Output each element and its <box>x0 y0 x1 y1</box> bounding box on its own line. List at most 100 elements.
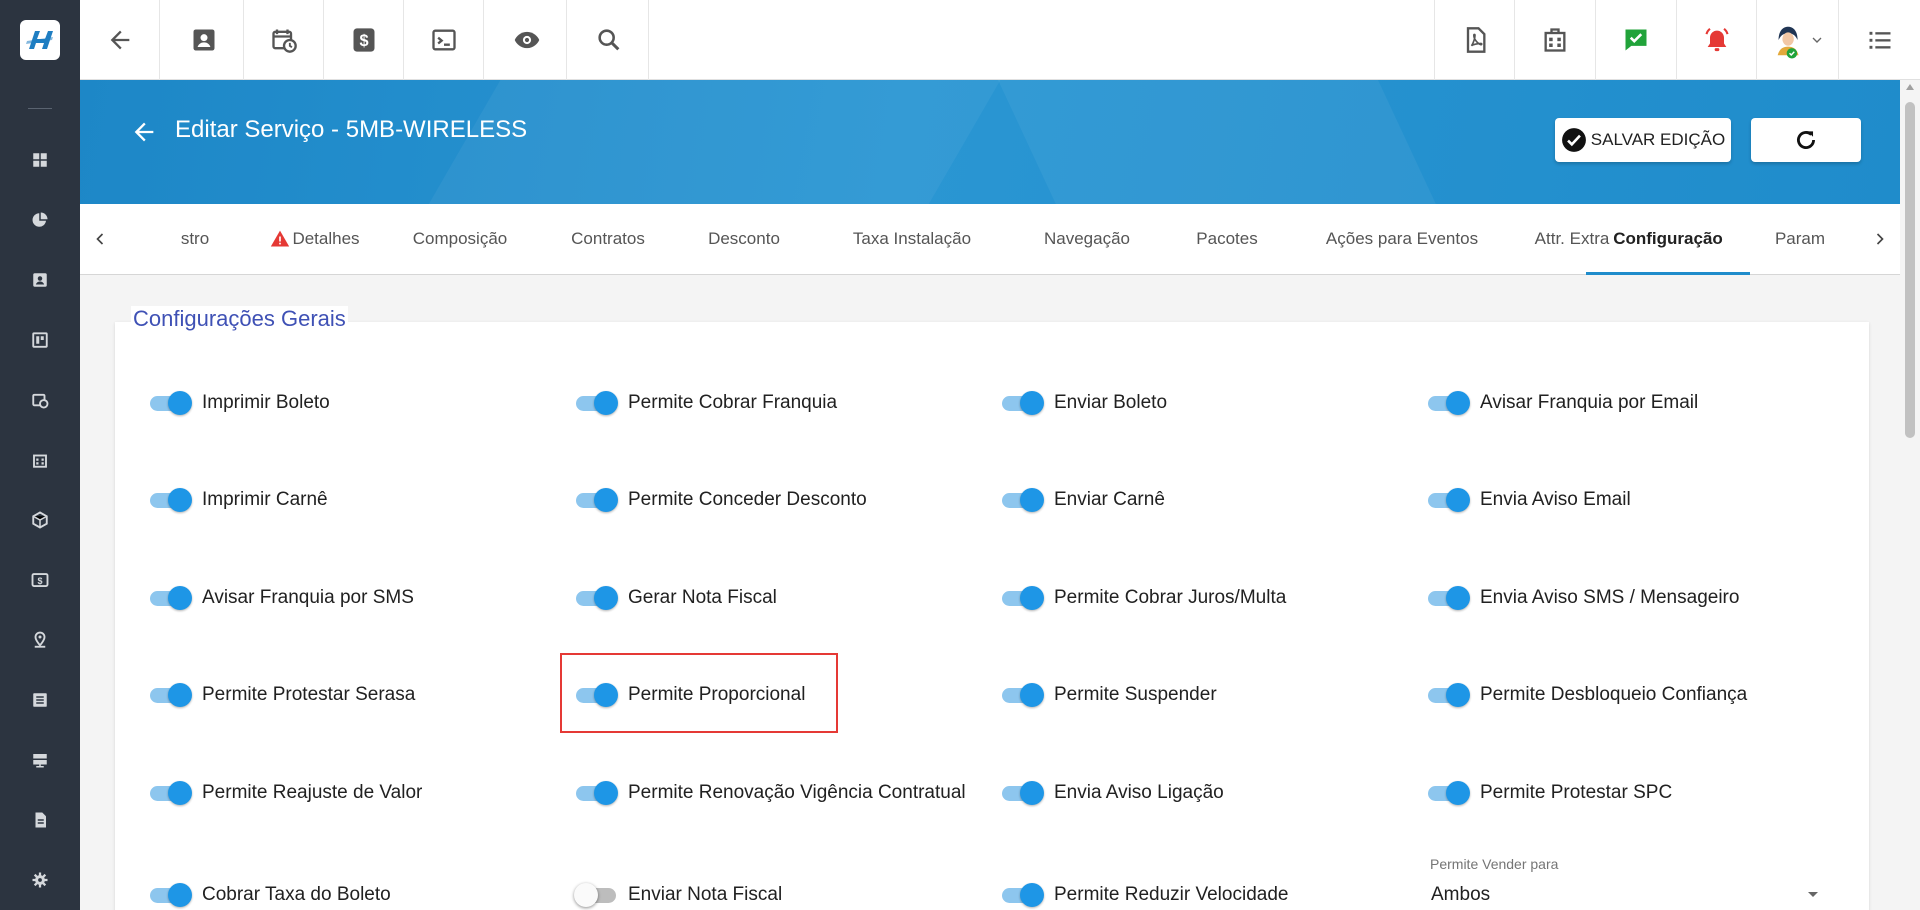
toggle-switch[interactable] <box>148 880 192 910</box>
switch-avisar-franquia-email[interactable]: Avisar Franquia por Email <box>1426 388 1698 418</box>
switch-envia-aviso-sms[interactable]: Envia Aviso SMS / Mensageiro <box>1426 583 1739 613</box>
sidebar-item-schedule[interactable] <box>0 380 80 420</box>
switch-gerar-nota-fiscal[interactable]: Gerar Nota Fiscal <box>574 583 777 613</box>
toggle-switch[interactable] <box>574 880 618 910</box>
tab-registro[interactable]: stro <box>140 204 250 274</box>
toggle-switch[interactable] <box>1426 583 1470 613</box>
sidebar-item-servers[interactable] <box>0 740 80 780</box>
vertical-scrollbar[interactable] <box>1900 80 1920 910</box>
switch-permite-cobrar-franquia[interactable]: Permite Cobrar Franquia <box>574 388 837 418</box>
tab-parametros[interactable]: Param <box>1750 204 1850 274</box>
tab-taxa-instalacao[interactable]: Taxa Instalação <box>812 204 1012 274</box>
switch-enviar-nota-fiscal[interactable]: Enviar Nota Fiscal <box>574 880 782 910</box>
tab-bar: stro Detalhes Composição Contratos Desco… <box>80 204 1900 275</box>
toggle-switch[interactable] <box>574 388 618 418</box>
user-menu[interactable] <box>1756 0 1838 80</box>
toggle-switch[interactable] <box>1000 485 1044 515</box>
back-button[interactable] <box>80 0 160 80</box>
switch-permite-conceder-desconto[interactable]: Permite Conceder Desconto <box>574 485 867 515</box>
tab-pacotes[interactable]: Pacotes <box>1162 204 1292 274</box>
alarms-button[interactable] <box>1676 0 1756 80</box>
switch-permite-cobrar-juros[interactable]: Permite Cobrar Juros/Multa <box>1000 583 1286 613</box>
search-button[interactable] <box>569 0 649 80</box>
tab-desconto[interactable]: Desconto <box>676 204 812 274</box>
toggle-switch[interactable] <box>1426 388 1470 418</box>
warning-icon <box>271 230 290 247</box>
terminal-button[interactable] <box>404 0 484 80</box>
search-icon <box>597 29 619 51</box>
toggle-switch[interactable] <box>574 485 618 515</box>
building-icon <box>33 454 47 468</box>
switch-permite-reajuste-valor[interactable]: Permite Reajuste de Valor <box>148 778 422 808</box>
scroll-up-arrow[interactable] <box>1906 84 1914 90</box>
schedule-button[interactable] <box>244 0 324 80</box>
tabs-scroll-left[interactable] <box>80 204 120 274</box>
view-button[interactable] <box>487 0 567 80</box>
vender-para-select[interactable]: Ambos <box>1431 884 1490 906</box>
calendar-icon <box>32 393 49 409</box>
tabs-scroll-right[interactable] <box>1860 204 1900 274</box>
dropdown-caret-icon[interactable] <box>1808 892 1818 897</box>
toggle-switch[interactable] <box>1426 778 1470 808</box>
switch-permite-protestar-serasa[interactable]: Permite Protestar Serasa <box>148 680 415 710</box>
switch-avisar-franquia-sms[interactable]: Avisar Franquia por SMS <box>148 583 414 613</box>
company-button[interactable] <box>1514 0 1594 80</box>
pdf-button[interactable] <box>1434 0 1514 80</box>
switch-imprimir-carne[interactable]: Imprimir Carnê <box>148 485 328 515</box>
scrollbar-thumb[interactable] <box>1905 102 1915 438</box>
switch-envia-aviso-ligacao[interactable]: Envia Aviso Ligação <box>1000 778 1224 808</box>
switch-enviar-boleto[interactable]: Enviar Boleto <box>1000 388 1167 418</box>
switch-permite-reduzir-velocidade[interactable]: Permite Reduzir Velocidade <box>1000 880 1288 910</box>
toggle-switch[interactable] <box>574 778 618 808</box>
refresh-button[interactable] <box>1751 118 1861 162</box>
toggle-switch[interactable] <box>148 583 192 613</box>
main-menu-button[interactable] <box>1838 0 1920 80</box>
tab-label: Desconto <box>708 229 780 248</box>
switch-permite-desbloqueio-confianca[interactable]: Permite Desbloqueio Confiança <box>1426 680 1747 710</box>
switch-permite-renovacao-vigencia[interactable]: Permite Renovação Vigência Contratual <box>574 778 966 808</box>
tab-composicao[interactable]: Composição <box>380 204 540 274</box>
toggle-switch[interactable] <box>1000 778 1044 808</box>
tab-navegacao[interactable]: Navegação <box>1012 204 1162 274</box>
switch-permite-protestar-spc[interactable]: Permite Protestar SPC <box>1426 778 1672 808</box>
tab-label: Composição <box>412 229 508 248</box>
sidebar-item-map[interactable] <box>0 620 80 660</box>
finance-button[interactable]: $ <box>324 0 404 80</box>
toggle-switch[interactable] <box>148 680 192 710</box>
toggle-switch[interactable] <box>148 388 192 418</box>
sidebar-item-products[interactable] <box>0 500 80 540</box>
switch-imprimir-boleto[interactable]: Imprimir Boleto <box>148 388 330 418</box>
toggle-switch[interactable] <box>148 778 192 808</box>
messages-button[interactable] <box>1595 0 1675 80</box>
toggle-switch[interactable] <box>148 485 192 515</box>
sidebar-item-finance[interactable]: $ <box>0 560 80 600</box>
switch-envia-aviso-email[interactable]: Envia Aviso Email <box>1426 485 1631 515</box>
toggle-switch[interactable] <box>1000 680 1044 710</box>
sidebar-item-lists[interactable] <box>0 680 80 720</box>
sidebar-item-contacts[interactable] <box>0 260 80 300</box>
sidebar-item-reports[interactable] <box>0 200 80 240</box>
sidebar-item-board[interactable] <box>0 320 80 360</box>
contacts-button[interactable] <box>164 0 244 80</box>
sidebar-item-dashboard[interactable] <box>0 140 80 180</box>
toggle-switch[interactable] <box>1000 388 1044 418</box>
sidebar-item-settings[interactable] <box>0 860 80 900</box>
save-edit-button[interactable]: SALVAR EDIÇÃO <box>1555 118 1731 162</box>
toggle-switch[interactable] <box>1000 583 1044 613</box>
toggle-switch[interactable] <box>574 583 618 613</box>
switch-cobrar-taxa-boleto[interactable]: Cobrar Taxa do Boleto <box>148 880 391 910</box>
toggle-switch[interactable] <box>1426 485 1470 515</box>
toggle-switch[interactable] <box>1000 880 1044 910</box>
back-arrow-icon[interactable] <box>130 118 158 146</box>
switch-permite-suspender[interactable]: Permite Suspender <box>1000 680 1217 710</box>
tab-configuracao[interactable]: Configuração <box>1586 204 1750 274</box>
tab-contratos[interactable]: Contratos <box>540 204 676 274</box>
tab-detalhes[interactable]: Detalhes <box>245 204 385 274</box>
sidebar-item-documents[interactable] <box>0 800 80 840</box>
tab-acoes-eventos[interactable]: Ações para Eventos <box>1292 204 1512 274</box>
switch-enviar-carne[interactable]: Enviar Carnê <box>1000 485 1165 515</box>
app-logo[interactable] <box>0 0 80 80</box>
toggle-switch[interactable] <box>1426 680 1470 710</box>
check-message-icon <box>1625 29 1646 51</box>
sidebar-item-company[interactable] <box>0 440 80 480</box>
